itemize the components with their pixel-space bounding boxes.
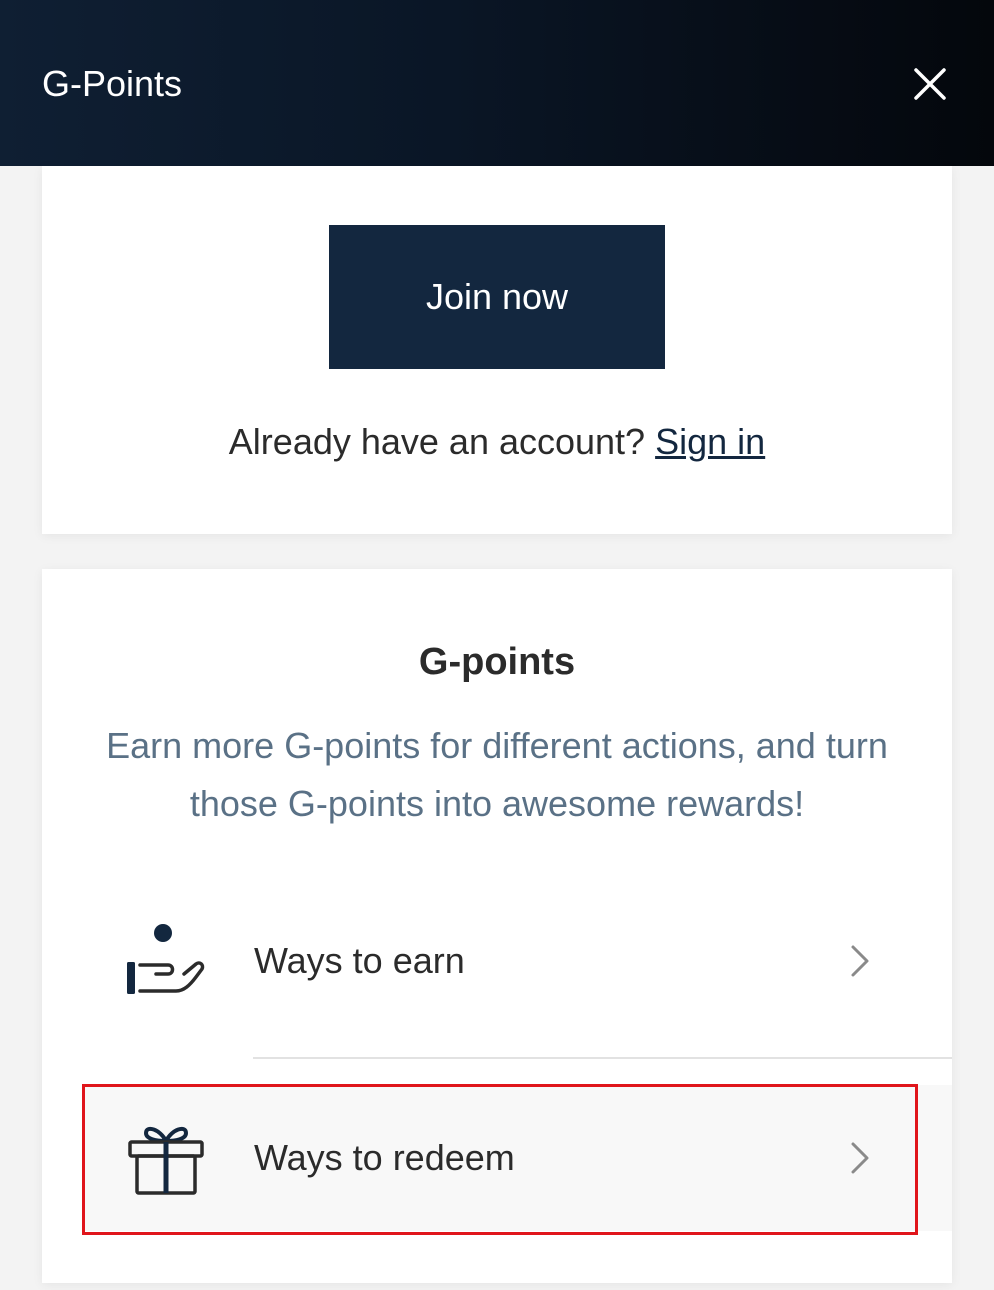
join-now-button[interactable]: Join now — [329, 225, 665, 369]
hand-coin-icon — [127, 924, 205, 994]
ways-to-redeem-item[interactable]: Ways to redeem — [84, 1085, 952, 1231]
section-title: G-points — [418, 641, 576, 683]
sign-in-link[interactable]: Sign in — [655, 421, 765, 462]
panel-title: G-Points — [42, 63, 183, 104]
ways-to-earn-item[interactable]: Ways to earn — [84, 896, 952, 1026]
section-description: Earn more G-points for different actions… — [106, 725, 888, 824]
close-button[interactable] — [908, 62, 952, 106]
gift-icon — [128, 1126, 204, 1195]
panel-header: G-Points — [0, 0, 994, 166]
signin-prompt: Already have an account? — [228, 421, 646, 462]
g-points-card: G-points Earn more G-points for differen… — [42, 569, 952, 1283]
ways-to-earn-label: Ways to earn — [254, 940, 465, 981]
row-divider — [253, 1057, 952, 1059]
account-card: Join now Already have an account? Sign i… — [42, 166, 952, 534]
ways-to-redeem-label: Ways to redeem — [254, 1137, 515, 1178]
signin-row: Already have an account? Sign in — [42, 420, 952, 464]
close-icon — [914, 68, 946, 100]
chevron-right-icon — [851, 1142, 869, 1174]
chevron-right-icon — [851, 945, 869, 977]
